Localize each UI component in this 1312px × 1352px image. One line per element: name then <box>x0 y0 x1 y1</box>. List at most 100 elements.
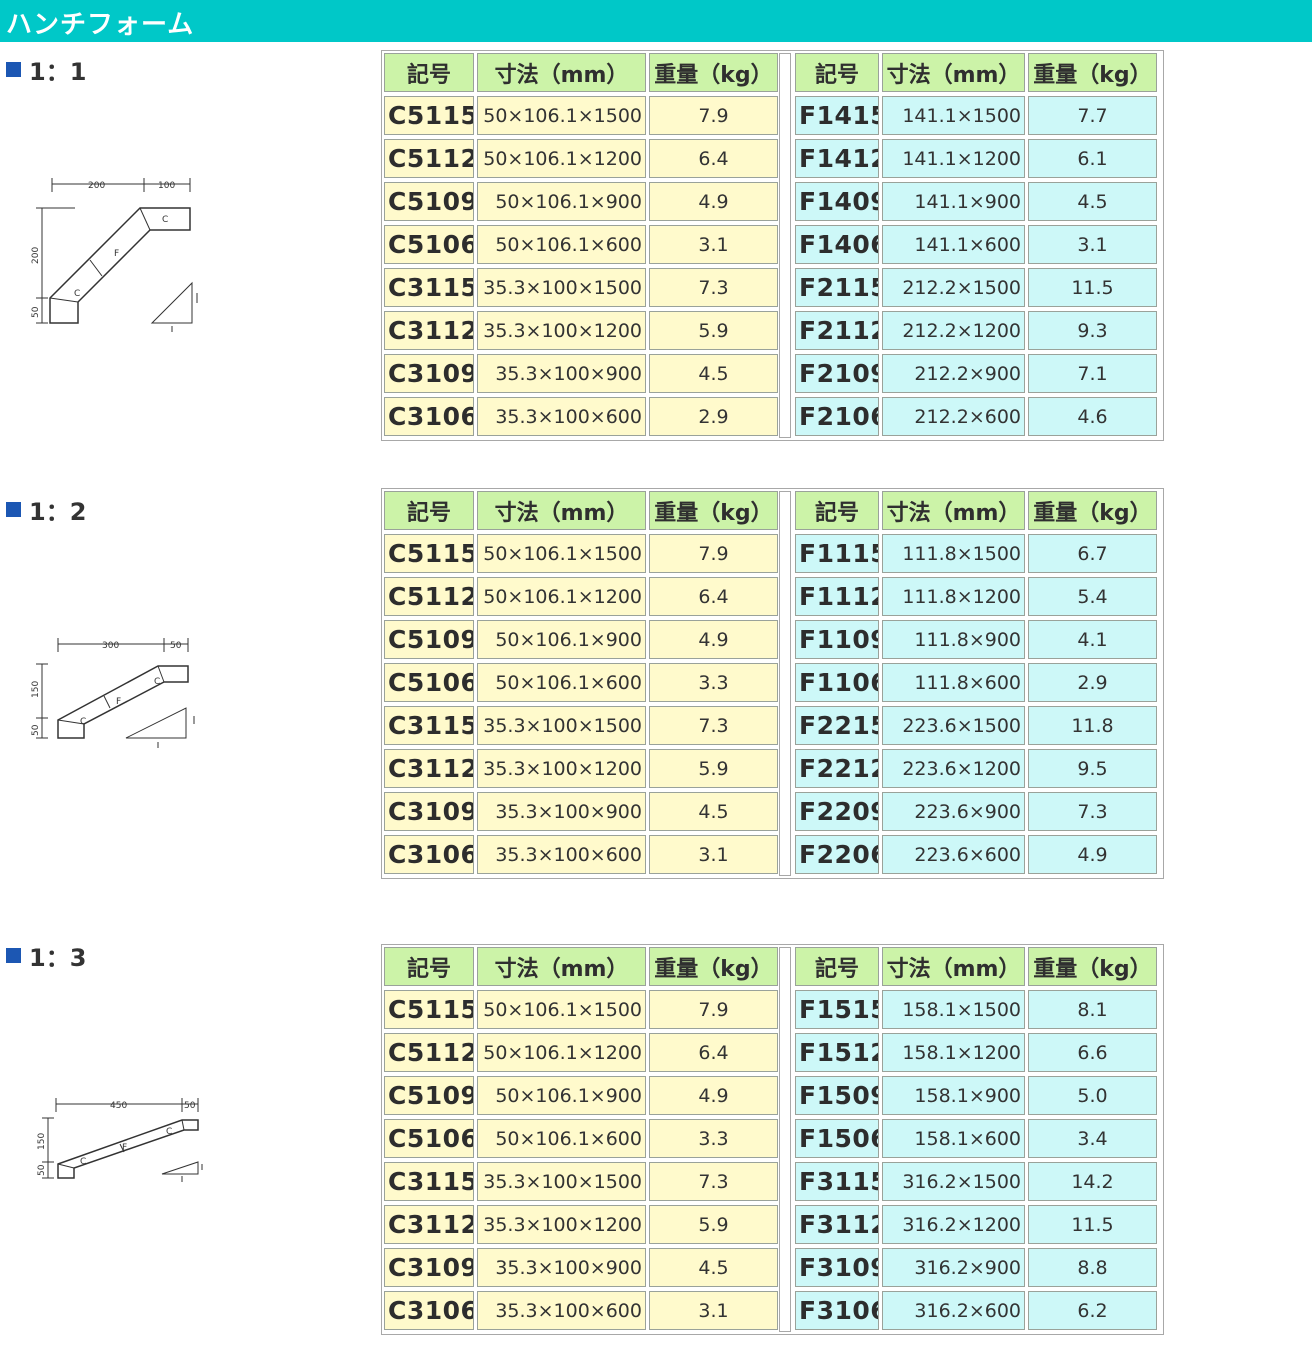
part-dimension: 158.1×1200 <box>882 1033 1025 1072</box>
part-dimension: 158.1×1500 <box>882 990 1025 1029</box>
part-dimension: 111.8×600 <box>882 663 1025 702</box>
part-dimension: 50×106.1×600 <box>477 225 646 264</box>
part-code: F3112 <box>795 1205 879 1244</box>
part-code: F1415 <box>795 96 879 135</box>
part-weight: 7.9 <box>649 534 778 573</box>
part-weight: 7.3 <box>1028 792 1157 831</box>
part-code: F2109 <box>795 354 879 393</box>
spec-table: 記号 寸法（mm） 重量（kg） C5115 50×106.1×1500 7.9 C5112… <box>381 50 1164 441</box>
part-code: C5109 <box>384 1076 474 1115</box>
square-bullet-icon <box>6 502 21 517</box>
part-dimension: 50×106.1×900 <box>477 620 646 659</box>
page-title: ハンチフォーム <box>6 10 195 40</box>
part-code: C5112 <box>384 577 474 616</box>
part-weight: 6.2 <box>1028 1291 1157 1330</box>
part-dimension: 50×106.1×1200 <box>477 1033 646 1072</box>
part-code: F1406 <box>795 225 879 264</box>
part-weight: 9.3 <box>1028 311 1157 350</box>
part-dimension: 316.2×1500 <box>882 1162 1025 1201</box>
part-code: C5112 <box>384 1033 474 1072</box>
part-dimension: 50×106.1×900 <box>477 1076 646 1115</box>
svg-text:50: 50 <box>37 1164 47 1176</box>
section-label-1-2: 1：2 <box>6 492 86 527</box>
part-dimension: 158.1×900 <box>882 1076 1025 1115</box>
part-weight: 6.4 <box>649 577 778 616</box>
part-dimension: 158.1×600 <box>882 1119 1025 1158</box>
part-weight: 4.9 <box>1028 835 1157 874</box>
svg-text:C: C <box>80 1157 86 1167</box>
part-dimension: 35.3×100×1500 <box>477 268 646 307</box>
part-weight: 3.4 <box>1028 1119 1157 1158</box>
part-weight: 6.4 <box>649 1033 778 1072</box>
part-weight: 9.5 <box>1028 749 1157 788</box>
part-code: C5106 <box>384 663 474 702</box>
section-label-text: 1：3 <box>29 944 87 972</box>
part-weight: 7.9 <box>649 96 778 135</box>
header-code: 記号 <box>795 491 879 530</box>
part-code: C5115 <box>384 534 474 573</box>
part-code: C3112 <box>384 311 474 350</box>
part-dimension: 50×106.1×1500 <box>477 534 646 573</box>
part-weight: 4.5 <box>649 1248 778 1287</box>
haunch-diagram-1-3: 450 50 150 50 C F C <box>37 1098 203 1182</box>
part-weight: 2.9 <box>649 397 778 436</box>
svg-text:100: 100 <box>158 181 175 191</box>
part-code: C5115 <box>384 990 474 1029</box>
header-code: 記号 <box>795 53 879 92</box>
part-code: F3115 <box>795 1162 879 1201</box>
header-code: 記号 <box>384 53 474 92</box>
part-weight: 6.4 <box>649 139 778 178</box>
part-dimension: 223.6×900 <box>882 792 1025 831</box>
part-code: C5106 <box>384 225 474 264</box>
section-label-text: 1：2 <box>29 498 87 526</box>
svg-text:F: F <box>116 697 121 707</box>
header-code: 記号 <box>384 947 474 986</box>
section-label-1-1: 1：1 <box>6 52 86 87</box>
part-dimension: 35.3×100×900 <box>477 1248 646 1287</box>
header-dimension: 寸法（mm） <box>882 53 1025 92</box>
part-code: F2112 <box>795 311 879 350</box>
part-weight: 4.5 <box>1028 182 1157 221</box>
square-bullet-icon <box>6 948 21 963</box>
part-dimension: 111.8×1500 <box>882 534 1025 573</box>
part-dimension: 316.2×1200 <box>882 1205 1025 1244</box>
part-code: F2209 <box>795 792 879 831</box>
part-code: C3109 <box>384 792 474 831</box>
part-weight: 3.1 <box>649 835 778 874</box>
part-weight: 4.5 <box>649 354 778 393</box>
part-code: F1512 <box>795 1033 879 1072</box>
part-dimension: 212.2×600 <box>882 397 1025 436</box>
part-code: F3109 <box>795 1248 879 1287</box>
part-code: F2106 <box>795 397 879 436</box>
part-weight: 14.2 <box>1028 1162 1157 1201</box>
part-code: F1112 <box>795 577 879 616</box>
part-weight: 8.8 <box>1028 1248 1157 1287</box>
part-code: C3109 <box>384 354 474 393</box>
part-code: C5112 <box>384 139 474 178</box>
part-dimension: 35.3×100×600 <box>477 835 646 874</box>
part-weight: 7.9 <box>649 990 778 1029</box>
header-dimension: 寸法（mm） <box>477 947 646 986</box>
part-weight: 8.1 <box>1028 990 1157 1029</box>
part-weight: 6.1 <box>1028 139 1157 178</box>
table-divider <box>779 53 791 438</box>
section-label-1-3: 1：3 <box>6 938 86 973</box>
svg-text:300: 300 <box>102 641 119 651</box>
part-code: C3115 <box>384 706 474 745</box>
part-dimension: 141.1×600 <box>882 225 1025 264</box>
part-code: C3106 <box>384 835 474 874</box>
part-weight: 5.9 <box>649 311 778 350</box>
part-weight: 3.1 <box>649 225 778 264</box>
part-code: F1409 <box>795 182 879 221</box>
part-dimension: 223.6×600 <box>882 835 1025 874</box>
part-dimension: 35.3×100×1500 <box>477 706 646 745</box>
part-code: C5109 <box>384 620 474 659</box>
svg-text:50: 50 <box>184 1101 196 1111</box>
svg-text:450: 450 <box>110 1101 127 1111</box>
part-weight: 3.1 <box>649 1291 778 1330</box>
part-weight: 2.9 <box>1028 663 1157 702</box>
svg-text:200: 200 <box>88 181 105 191</box>
part-code: F1412 <box>795 139 879 178</box>
table-divider <box>779 947 791 1332</box>
part-code: C3112 <box>384 1205 474 1244</box>
